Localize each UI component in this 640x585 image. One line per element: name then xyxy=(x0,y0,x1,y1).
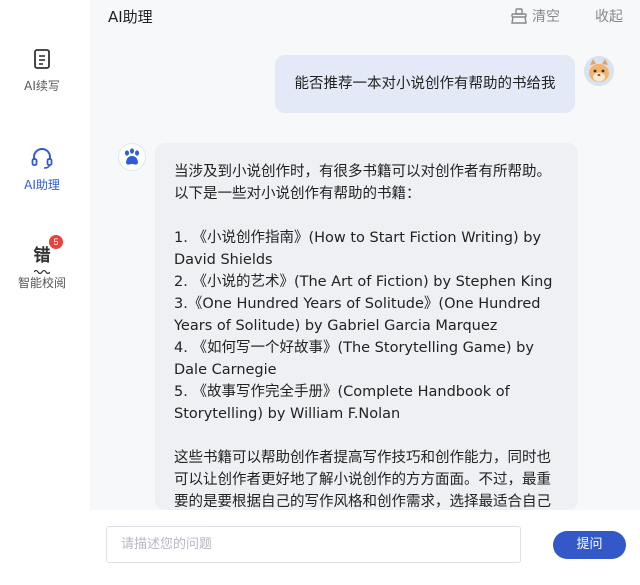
sidebar-item-ai-continue[interactable]: AI续写 xyxy=(0,47,84,94)
clear-label: 清空 xyxy=(532,9,560,25)
sidebar-item-label: 智能校阅 xyxy=(17,276,66,290)
panel-title: AI助理 xyxy=(108,8,153,26)
sidebar-item-label: AI续写 xyxy=(24,79,60,93)
sidebar-item-label: AI助理 xyxy=(24,178,60,192)
notification-badge: 5 xyxy=(49,235,63,249)
book-list-item: 4. 《如何写一个好故事》(The Storytelling Game) by … xyxy=(174,340,534,378)
ask-button[interactable]: 提问 xyxy=(553,531,626,559)
clear-button[interactable]: 清空 xyxy=(510,6,560,26)
sidebar-item-smart-proofread[interactable]: 错 5 智能校阅 xyxy=(0,235,84,291)
question-input[interactable] xyxy=(106,526,521,563)
assistant-paragraph: 当涉及到小说创作时，有很多书籍可以对创作者有所帮助。以下是一些对小说创作有帮助的… xyxy=(174,164,551,202)
document-icon xyxy=(30,47,54,71)
book-list-item: 2. 《小说的艺术》(The Art of Fiction) by Stephe… xyxy=(174,274,553,290)
book-list-item: 1. 《小说创作指南》(How to Start Fiction Writing… xyxy=(174,230,542,268)
sidebar-item-ai-assistant[interactable]: AI助理 xyxy=(0,146,84,193)
squiggle-underline-icon xyxy=(34,269,50,274)
collapse-button[interactable]: 收起 xyxy=(595,6,623,26)
broom-icon xyxy=(511,8,527,24)
user-message: 能否推荐一本对小说创作有帮助的书给我 xyxy=(275,55,575,113)
proofread-icon: 错 5 xyxy=(30,235,63,274)
assistant-paragraph: 这些书籍可以帮助创作者提高写作技巧和创作能力，同时也可以让创作者更好地了解小说创… xyxy=(174,450,551,510)
book-list-item: 5. 《故事写作完全手册》(Complete Handbook of Story… xyxy=(174,384,510,422)
sidebar: AI续写 AI助理 错 5 智能校阅 xyxy=(0,0,90,585)
panel-header: AI助理 清空 收起 xyxy=(90,0,640,32)
user-avatar xyxy=(584,56,614,86)
assistant-panel: AI助理 清空 收起 能否推荐一本对小说创作有帮助的书给我 当涉及到小说创作时，… xyxy=(90,0,640,585)
composer: 提问 xyxy=(90,510,640,585)
paw-logo-icon xyxy=(125,148,139,165)
book-list-item: 3.《One Hundred Years of Solitude》(One Hu… xyxy=(174,296,541,334)
assistant-message: 当涉及到小说创作时，有很多书籍可以对创作者有所帮助。以下是一些对小说创作有帮助的… xyxy=(155,143,578,510)
bot-avatar xyxy=(118,143,146,171)
proofread-glyph: 错 xyxy=(33,245,51,266)
headset-icon xyxy=(30,146,54,170)
